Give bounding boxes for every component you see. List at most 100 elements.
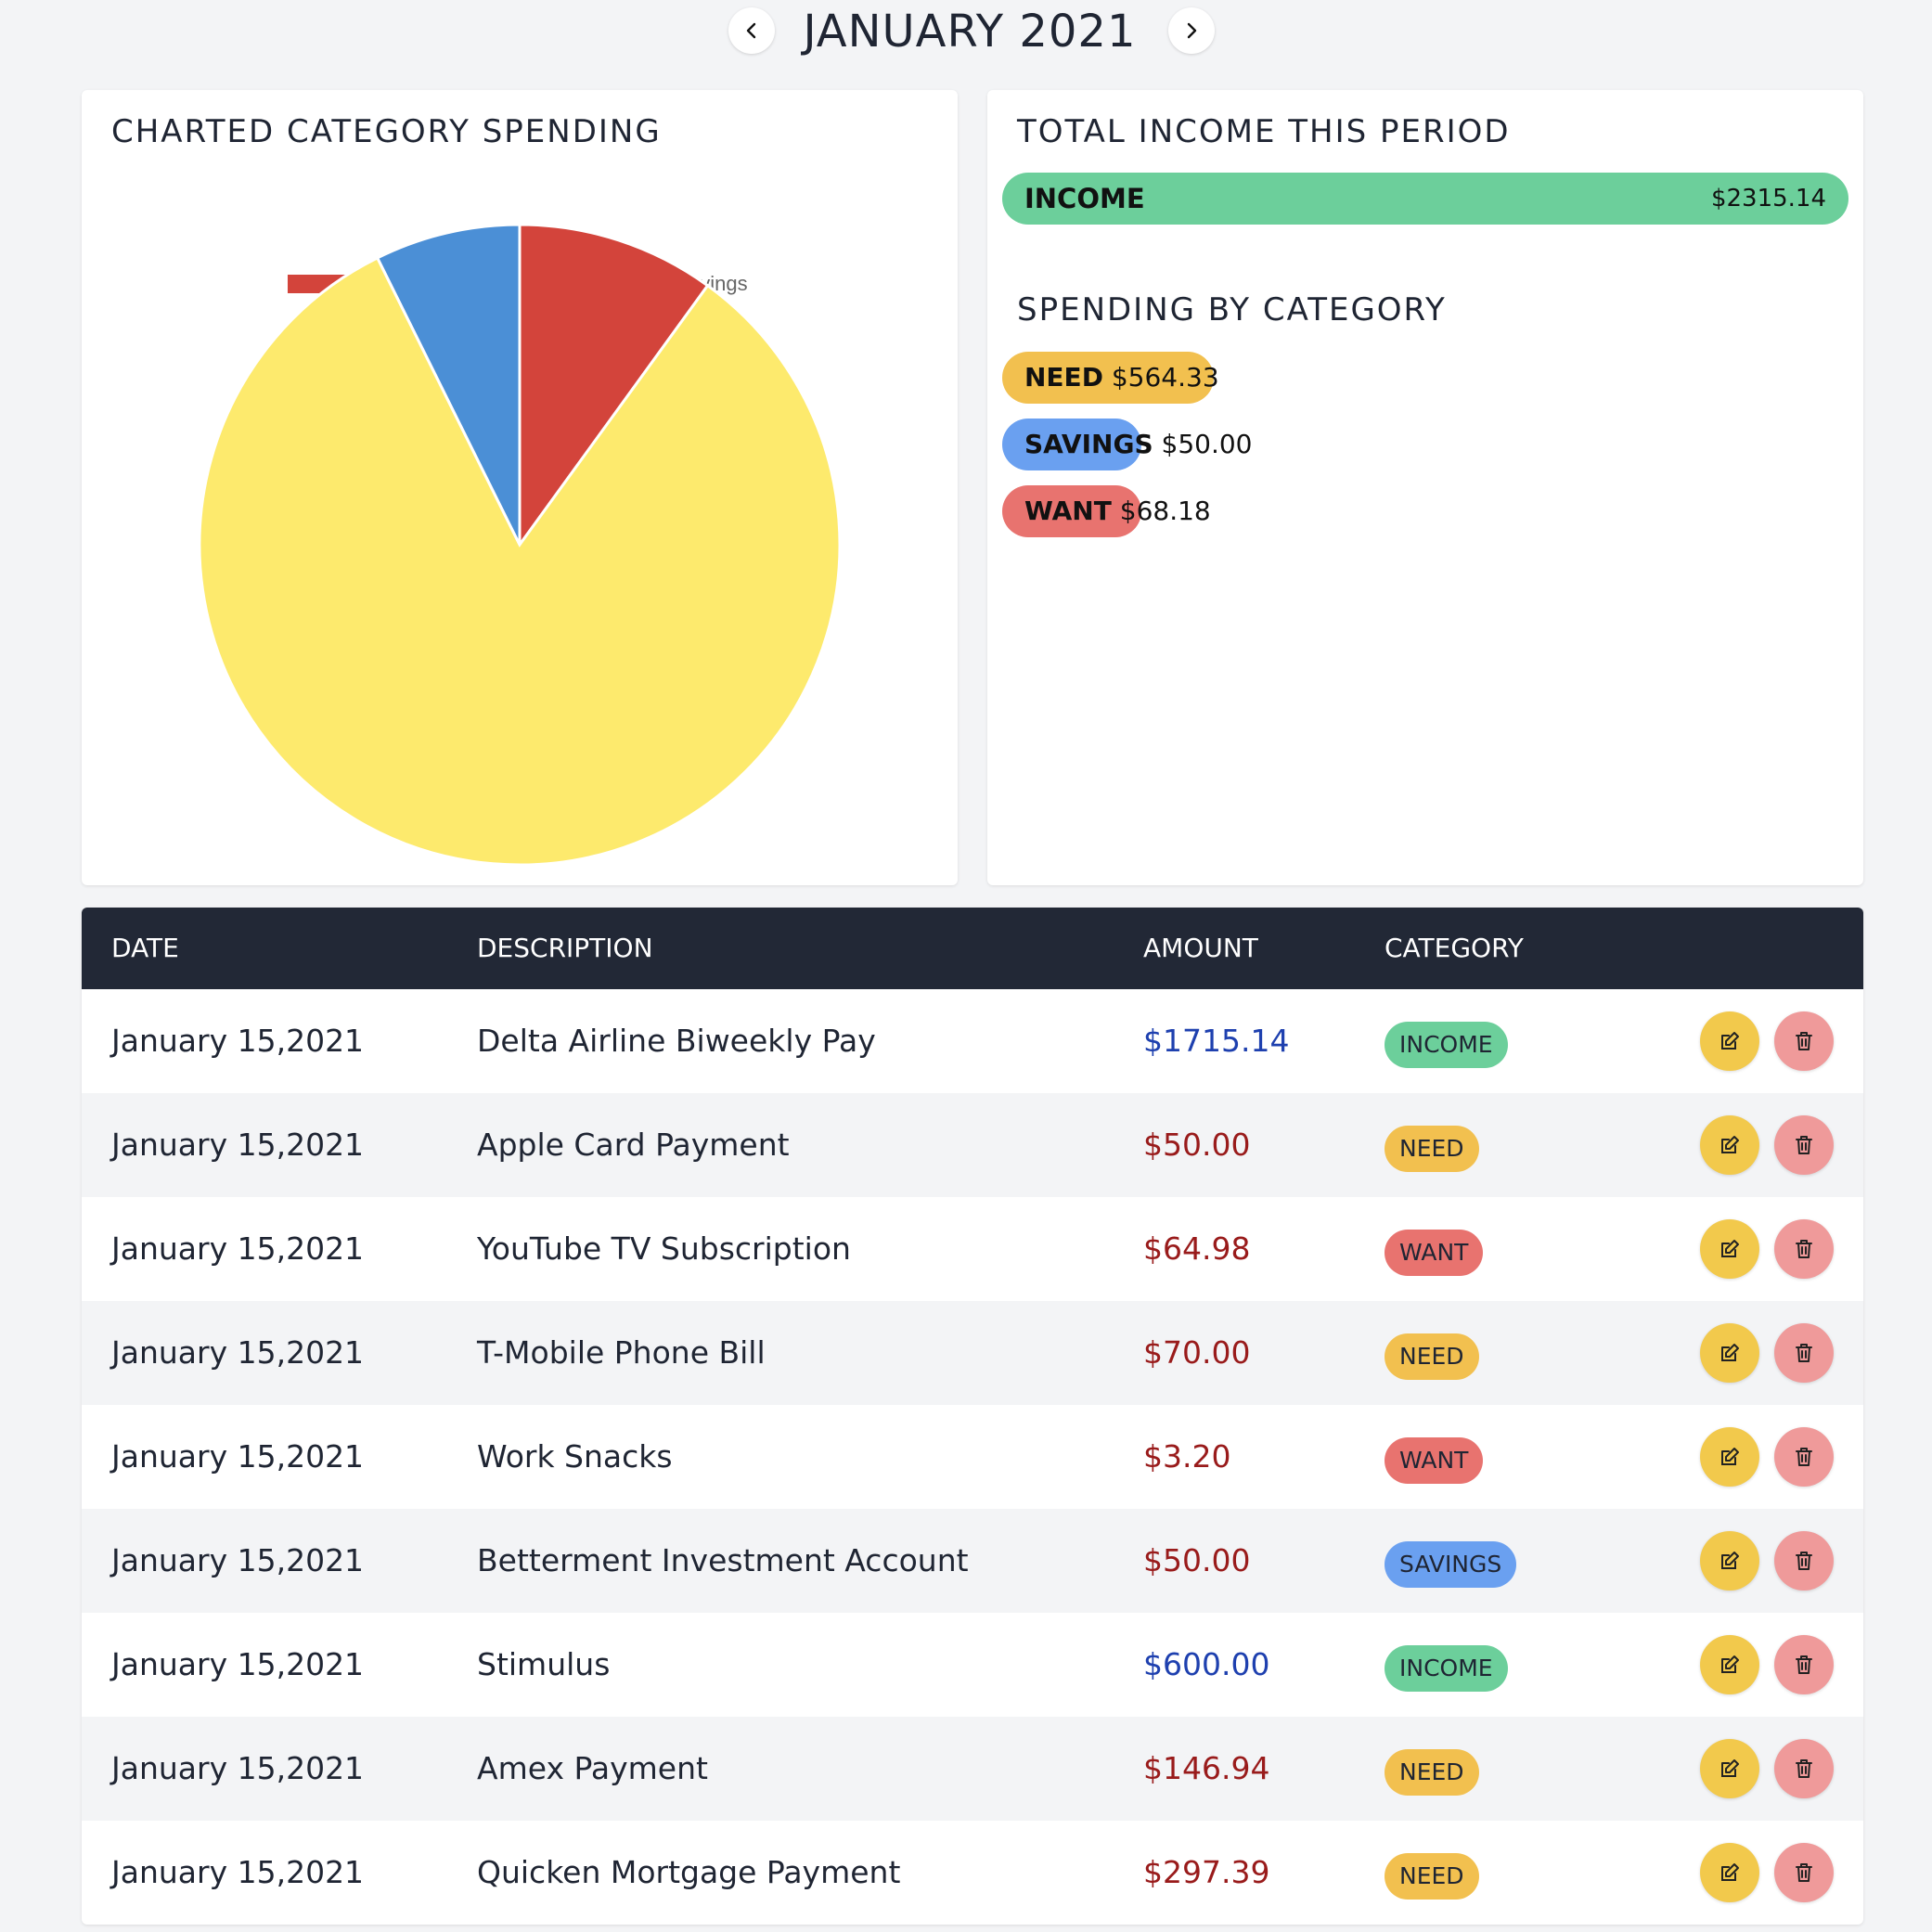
trash-icon [1796, 1863, 1812, 1882]
summary-card: TOTAL INCOME THIS PERIOD INCOME $2315.14… [987, 90, 1863, 885]
trash-icon [1796, 1240, 1812, 1258]
spending-title: SPENDING BY CATEGORY [1017, 291, 1447, 328]
delete-button[interactable] [1774, 1635, 1834, 1694]
income-label: INCOME [1024, 183, 1145, 214]
edit-icon [1721, 1552, 1739, 1569]
table-header: DATE DESCRIPTION AMOUNT CATEGORY [82, 908, 1863, 989]
category-text-need: NEED $564.33 [1024, 352, 1219, 404]
edit-button[interactable] [1700, 1635, 1759, 1694]
row-description: Amex Payment [477, 1750, 708, 1786]
income-value: $2315.14 [1710, 185, 1826, 213]
delete-button[interactable] [1774, 1011, 1834, 1071]
table-row: January 15,2021 T-Mobile Phone Bill $70.… [82, 1301, 1863, 1405]
category-row-want: WANT $68.18 [1002, 485, 1559, 537]
category-row-savings: SAVINGS $50.00 [1002, 419, 1559, 470]
row-amount: $70.00 [1143, 1334, 1251, 1371]
row-description: Quicken Mortgage Payment [477, 1854, 901, 1890]
trash-icon [1796, 1759, 1812, 1778]
trash-icon [1796, 1655, 1812, 1674]
row-date: January 15,2021 [111, 1438, 365, 1475]
category-name-need: NEED [1024, 362, 1103, 393]
transactions-table: DATE DESCRIPTION AMOUNT CATEGORY January… [82, 908, 1863, 1925]
table-row: January 15,2021 Apple Card Payment $50.0… [82, 1093, 1863, 1197]
row-amount: $146.94 [1143, 1750, 1270, 1786]
category-badge: WANT [1385, 1437, 1484, 1484]
row-amount: $600.00 [1143, 1646, 1270, 1682]
row-date: January 15,2021 [111, 1230, 365, 1267]
edit-icon [1721, 1863, 1739, 1881]
row-description: T-Mobile Phone Bill [477, 1334, 766, 1371]
income-bar: INCOME $2315.14 [1002, 173, 1848, 225]
category-name-savings: SAVINGS [1024, 429, 1153, 459]
category-value-savings: $50.00 [1161, 429, 1253, 459]
edit-button[interactable] [1700, 1739, 1759, 1798]
edit-button[interactable] [1700, 1115, 1759, 1175]
edit-icon [1721, 1448, 1739, 1465]
trash-icon [1796, 1448, 1812, 1466]
edit-icon [1721, 1032, 1739, 1050]
delete-button[interactable] [1774, 1115, 1834, 1175]
chart-card: CHARTED CATEGORY SPENDING want need savi… [82, 90, 958, 885]
edit-button[interactable] [1700, 1843, 1759, 1902]
category-text-savings: SAVINGS $50.00 [1024, 419, 1253, 470]
row-description: Apple Card Payment [477, 1127, 790, 1163]
table-row: January 15,2021 Amex Payment $146.94 NEE… [82, 1717, 1863, 1821]
row-date: January 15,2021 [111, 1542, 365, 1578]
delete-button[interactable] [1774, 1427, 1834, 1487]
row-description: Delta Airline Biweekly Pay [477, 1023, 876, 1059]
edit-button[interactable] [1700, 1011, 1759, 1071]
category-badge: INCOME [1385, 1645, 1508, 1692]
trash-icon [1796, 1552, 1812, 1570]
month-header: JANUARY 2021 [0, 0, 1932, 63]
row-amount: $50.00 [1143, 1542, 1251, 1578]
edit-icon [1721, 1240, 1739, 1257]
row-date: January 15,2021 [111, 1023, 365, 1059]
row-amount: $297.39 [1143, 1854, 1270, 1890]
chevron-right-icon [1187, 22, 1197, 39]
table-row: January 15,2021 Betterment Investment Ac… [82, 1509, 1863, 1613]
row-amount: $3.20 [1143, 1438, 1231, 1475]
delete-button[interactable] [1774, 1739, 1834, 1798]
edit-button[interactable] [1700, 1531, 1759, 1591]
category-name-want: WANT [1024, 496, 1112, 526]
edit-icon [1721, 1655, 1739, 1673]
category-value-need: $564.33 [1111, 362, 1219, 393]
category-badge: WANT [1385, 1230, 1484, 1276]
delete-button[interactable] [1774, 1843, 1834, 1902]
edit-icon [1721, 1759, 1739, 1777]
delete-button[interactable] [1774, 1323, 1834, 1383]
category-badge: NEED [1385, 1333, 1479, 1380]
category-badge: INCOME [1385, 1022, 1508, 1068]
trash-icon [1796, 1136, 1812, 1154]
row-description: Betterment Investment Account [477, 1542, 969, 1578]
row-date: January 15,2021 [111, 1334, 365, 1371]
row-date: January 15,2021 [111, 1127, 365, 1163]
category-badge: SAVINGS [1385, 1541, 1517, 1588]
table-row: January 15,2021 Quicken Mortgage Payment… [82, 1821, 1863, 1925]
category-badge: NEED [1385, 1749, 1479, 1796]
row-date: January 15,2021 [111, 1854, 365, 1890]
chevron-left-icon [746, 22, 756, 39]
trash-icon [1796, 1032, 1812, 1050]
edit-button[interactable] [1700, 1323, 1759, 1383]
next-month-button[interactable] [1168, 7, 1215, 54]
edit-icon [1721, 1136, 1739, 1153]
category-value-want: $68.18 [1119, 496, 1211, 526]
delete-button[interactable] [1774, 1219, 1834, 1279]
trash-icon [1796, 1344, 1812, 1362]
category-text-want: WANT $68.18 [1024, 485, 1211, 537]
month-title: JANUARY 2021 [803, 6, 1137, 58]
header-date: DATE [111, 933, 179, 963]
edit-button[interactable] [1700, 1219, 1759, 1279]
row-description: Stimulus [477, 1646, 611, 1682]
edit-icon [1721, 1344, 1739, 1361]
row-date: January 15,2021 [111, 1646, 365, 1682]
table-row: January 15,2021 Work Snacks $3.20 WANT [82, 1405, 1863, 1509]
header-category: CATEGORY [1385, 933, 1524, 963]
table-row: January 15,2021 Stimulus $600.00 INCOME [82, 1613, 1863, 1717]
row-description: Work Snacks [477, 1438, 673, 1475]
edit-button[interactable] [1700, 1427, 1759, 1487]
row-description: YouTube TV Subscription [477, 1230, 851, 1267]
category-badge: NEED [1385, 1126, 1479, 1172]
delete-button[interactable] [1774, 1531, 1834, 1591]
